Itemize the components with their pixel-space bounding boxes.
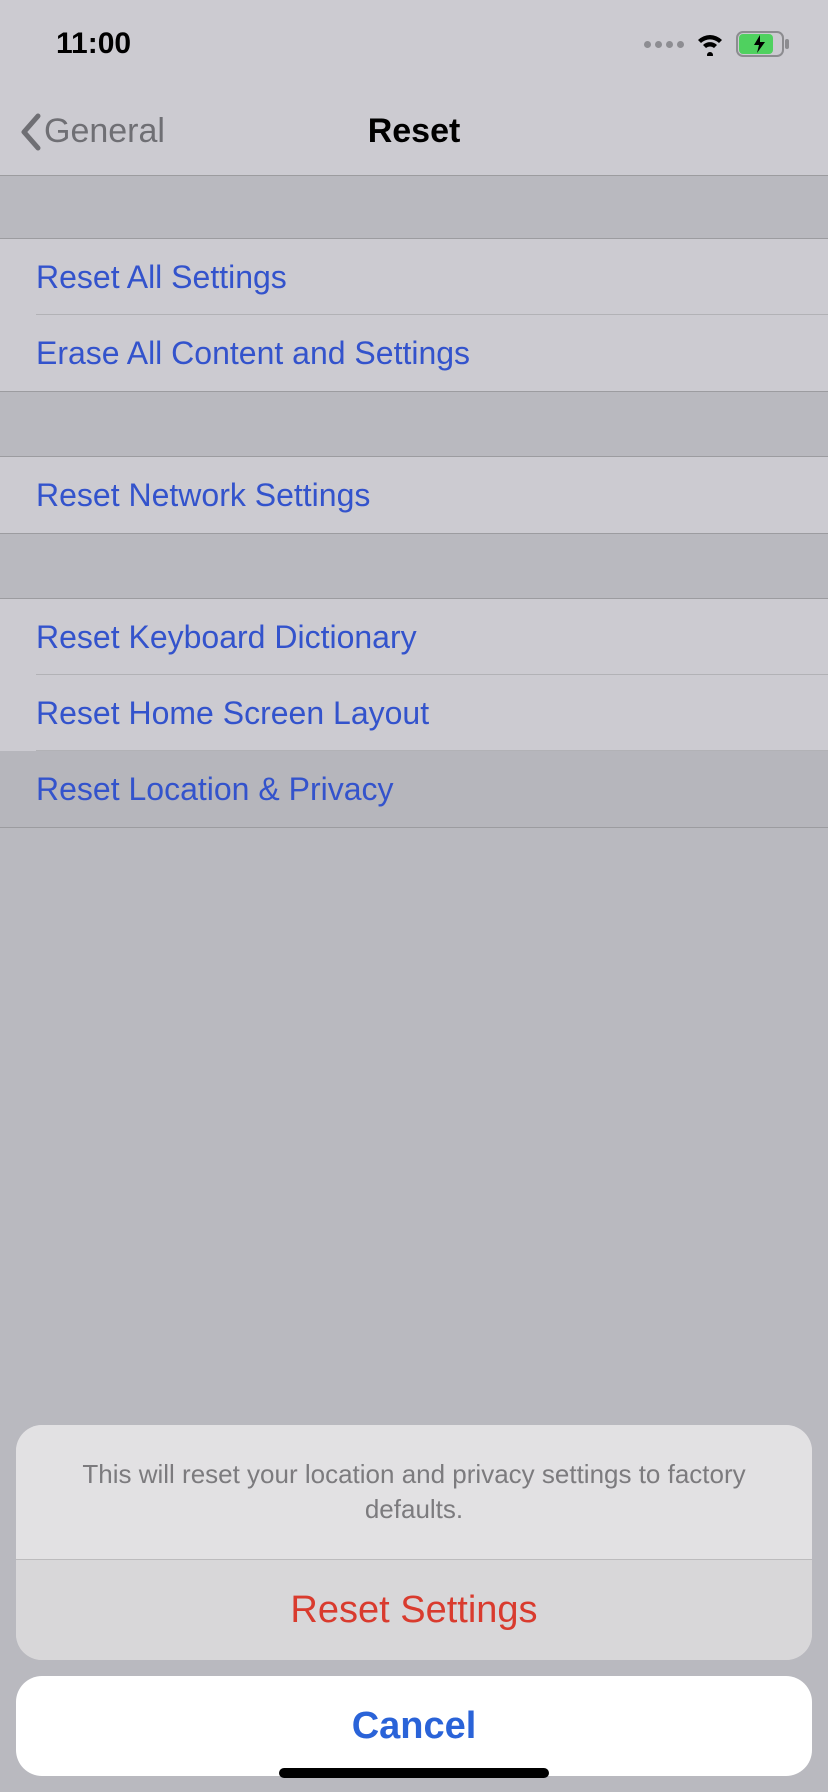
status-time: 11:00 [56,27,131,61]
settings-list: Reset All Settings Erase All Content and… [0,176,828,828]
status-icons [644,31,792,57]
status-bar: 11:00 [0,0,828,88]
navigation-bar: General Reset [0,88,828,176]
wifi-icon [694,32,726,56]
action-sheet-panel: This will reset your location and privac… [16,1425,812,1660]
reset-location-privacy-row[interactable]: Reset Location & Privacy [0,751,828,827]
row-label: Reset All Settings [36,259,287,296]
reset-group-3: Reset Keyboard Dictionary Reset Home Scr… [0,598,828,828]
row-label: Reset Home Screen Layout [36,695,429,732]
reset-settings-button[interactable]: Reset Settings [16,1560,812,1660]
row-label: Reset Location & Privacy [36,771,394,808]
reset-home-screen-layout-row[interactable]: Reset Home Screen Layout [0,675,828,751]
cancel-button[interactable]: Cancel [16,1676,812,1776]
reset-all-settings-row[interactable]: Reset All Settings [0,239,828,315]
chevron-left-icon [18,112,42,152]
page-title: Reset [368,112,461,151]
home-indicator[interactable] [279,1768,549,1778]
row-label: Erase All Content and Settings [36,335,470,372]
action-sheet: This will reset your location and privac… [0,1409,828,1792]
back-label: General [44,112,165,151]
back-button[interactable]: General [18,112,165,152]
reset-network-settings-row[interactable]: Reset Network Settings [0,457,828,533]
cellular-dots-icon [644,41,684,48]
row-label: Reset Network Settings [36,477,370,514]
erase-all-content-row[interactable]: Erase All Content and Settings [0,315,828,391]
reset-group-2: Reset Network Settings [0,456,828,534]
action-sheet-message: This will reset your location and privac… [16,1425,812,1560]
reset-group-1: Reset All Settings Erase All Content and… [0,238,828,392]
battery-charging-icon [736,31,792,57]
row-label: Reset Keyboard Dictionary [36,619,417,656]
reset-keyboard-dictionary-row[interactable]: Reset Keyboard Dictionary [0,599,828,675]
